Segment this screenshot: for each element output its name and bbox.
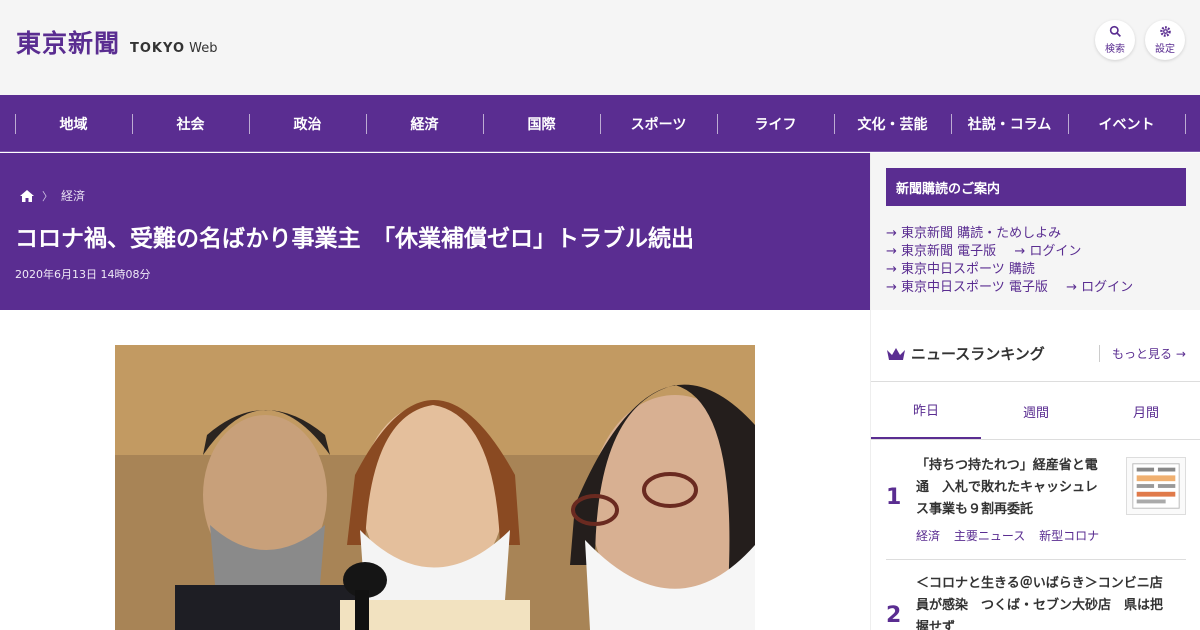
rank-title: 「持ちつ持たれつ」経産省と電 通 入札で敗れたキャッシュレ ス事業も９割再委託 bbox=[916, 455, 1098, 521]
logo-tokyo: TOKYO bbox=[130, 41, 186, 56]
rank-title-line: 通 入札で敗れたキャッシュレ bbox=[916, 480, 1098, 495]
arrow-right-icon: → bbox=[886, 244, 897, 259]
nav-item-life[interactable]: ライフ bbox=[717, 95, 834, 152]
link-tokyo-login[interactable]: ログイン bbox=[1029, 244, 1081, 259]
nav-item-culture[interactable]: 文化・芸能 bbox=[834, 95, 951, 152]
arrow-right-icon: → bbox=[886, 226, 897, 241]
subscription-heading: 新聞購読のご案内 bbox=[886, 168, 1186, 206]
nav-item-sports[interactable]: スポーツ bbox=[600, 95, 717, 152]
site-logo[interactable]: 東京新聞 TOKYO Web bbox=[16, 24, 218, 60]
ranking-item-divider bbox=[886, 559, 1186, 560]
gear-icon bbox=[1159, 26, 1171, 37]
nav-end-divider bbox=[1185, 114, 1186, 134]
rank-title-line: 員が感染 つくば・セブン大砂店 県は把 bbox=[916, 598, 1164, 613]
ranking-header: ニュースランキング bbox=[886, 343, 1045, 364]
link-chunichi-login[interactable]: ログイン bbox=[1081, 280, 1133, 295]
logo-japanese: 東京新聞 bbox=[16, 29, 121, 58]
breadcrumb-separator: 〉 bbox=[42, 189, 53, 203]
tab-weekly[interactable]: 週間 bbox=[981, 382, 1091, 440]
link-tokyo-digital[interactable]: 東京新聞 電子版 bbox=[901, 244, 996, 259]
ranking-tabs: 昨日 週間 月間 bbox=[871, 381, 1200, 440]
ranking-item-2[interactable]: 2 ＜コロナと生きる＠いばらき＞コンビニ店 員が感染 つくば・セブン大砂店 県は… bbox=[886, 573, 1186, 630]
sidebar: 新聞購読のご案内 → 東京新聞 購読・ためしよみ → 東京新聞 電子版 → ログ… bbox=[870, 153, 1200, 630]
site-header: 東京新聞 TOKYO Web 検索 設定 bbox=[0, 0, 1200, 95]
link-tokyo-subscribe[interactable]: 東京新聞 購読・ためしよみ bbox=[901, 226, 1061, 241]
rank-title-line: ス事業も９割再委託 bbox=[916, 502, 1034, 517]
settings-label: 設定 bbox=[1155, 44, 1175, 55]
rank-title-line: 「持ちつ持たれつ」経産省と電 bbox=[916, 458, 1098, 473]
nav-item-region[interactable]: 地域 bbox=[15, 95, 132, 152]
article-date: 2020年6月13日 14時08分 bbox=[15, 268, 151, 281]
home-icon[interactable] bbox=[20, 189, 34, 202]
nav-item-editorial[interactable]: 社説・コラム bbox=[951, 95, 1068, 152]
arrow-right-icon: → bbox=[1014, 244, 1026, 259]
link-chunichi-digital[interactable]: 東京中日スポーツ 電子版 bbox=[901, 280, 1048, 295]
subscription-links: → 東京新聞 購読・ためしよみ → 東京新聞 電子版 → ログイン → 東京中日… bbox=[886, 225, 1133, 297]
nav-item-politics[interactable]: 政治 bbox=[249, 95, 366, 152]
ranking-item-1[interactable]: 1 「持ちつ持たれつ」経産省と電 通 入札で敗れたキャッシュレ ス事業も９割再委… bbox=[886, 455, 1186, 550]
nav-item-economy[interactable]: 経済 bbox=[366, 95, 483, 152]
article-header: 〉 経済 コロナ禍、受難の名ばかり事業主 「休業補償ゼロ」トラブル続出 2020… bbox=[0, 153, 870, 310]
breadcrumb: 〉 経済 bbox=[20, 187, 85, 204]
article-photo bbox=[115, 345, 755, 630]
link-row-chunichi-digital: → 東京中日スポーツ 電子版 → ログイン bbox=[886, 279, 1133, 297]
settings-button[interactable]: 設定 bbox=[1145, 20, 1185, 60]
link-row-digital: → 東京新聞 電子版 → ログイン bbox=[886, 243, 1133, 261]
tag-link[interactable]: 経済 bbox=[916, 529, 940, 543]
search-button[interactable]: 検索 bbox=[1095, 20, 1135, 60]
logo-web: Web bbox=[189, 41, 218, 56]
tab-yesterday[interactable]: 昨日 bbox=[871, 382, 981, 440]
article-title: コロナ禍、受難の名ばかり事業主 「休業補償ゼロ」トラブル続出 bbox=[15, 226, 694, 252]
search-label: 検索 bbox=[1105, 44, 1125, 55]
breadcrumb-category[interactable]: 経済 bbox=[61, 187, 85, 204]
arrow-right-icon: → bbox=[1175, 347, 1186, 361]
nav-item-society[interactable]: 社会 bbox=[132, 95, 249, 152]
rank-number: 1 bbox=[886, 485, 902, 510]
nav-list: 地域 社会 政治 経済 国際 スポーツ ライフ 文化・芸能 社説・コラム イベン… bbox=[15, 95, 1185, 152]
ranking-divider bbox=[871, 439, 1200, 440]
tab-monthly[interactable]: 月間 bbox=[1091, 382, 1200, 440]
rank-number: 2 bbox=[886, 603, 902, 628]
tag-link[interactable]: 主要ニュース bbox=[954, 529, 1025, 543]
nav-item-international[interactable]: 国際 bbox=[483, 95, 600, 152]
rank-title-line: ＜コロナと生きる＠いばらき＞コンビニ店 bbox=[916, 576, 1163, 591]
document-thumbnail-image bbox=[1132, 463, 1180, 509]
crown-icon bbox=[887, 347, 905, 360]
link-row-subscribe: → 東京新聞 購読・ためしよみ bbox=[886, 225, 1133, 243]
rank-title-line: 握せず bbox=[916, 620, 956, 630]
rank-tags: 経済 主要ニュース 新型コロナ bbox=[916, 527, 1109, 544]
arrow-right-icon: → bbox=[886, 262, 897, 277]
link-row-chunichi-subscribe: → 東京中日スポーツ 購読 bbox=[886, 261, 1133, 279]
tag-link[interactable]: 新型コロナ bbox=[1039, 529, 1099, 543]
rank-title: ＜コロナと生きる＠いばらき＞コンビニ店 員が感染 つくば・セブン大砂店 県は把 … bbox=[916, 573, 1163, 630]
link-chunichi-subscribe[interactable]: 東京中日スポーツ 購読 bbox=[901, 262, 1035, 277]
arrow-right-icon: → bbox=[886, 280, 897, 295]
arrow-right-icon: → bbox=[1066, 280, 1077, 295]
more-label: もっと見る bbox=[1112, 347, 1173, 361]
nav-item-events[interactable]: イベント bbox=[1068, 95, 1185, 152]
ranking-title: ニュースランキング bbox=[911, 345, 1045, 363]
logo-english: TOKYO Web bbox=[130, 41, 217, 56]
search-icon bbox=[1109, 25, 1121, 37]
main-nav: 地域 社会 政治 経済 国際 スポーツ ライフ 文化・芸能 社説・コラム イベン… bbox=[0, 95, 1200, 152]
press-conference-photo bbox=[115, 345, 755, 630]
rank-thumbnail bbox=[1126, 457, 1186, 515]
more-link[interactable]: もっと見る → bbox=[1099, 345, 1186, 362]
